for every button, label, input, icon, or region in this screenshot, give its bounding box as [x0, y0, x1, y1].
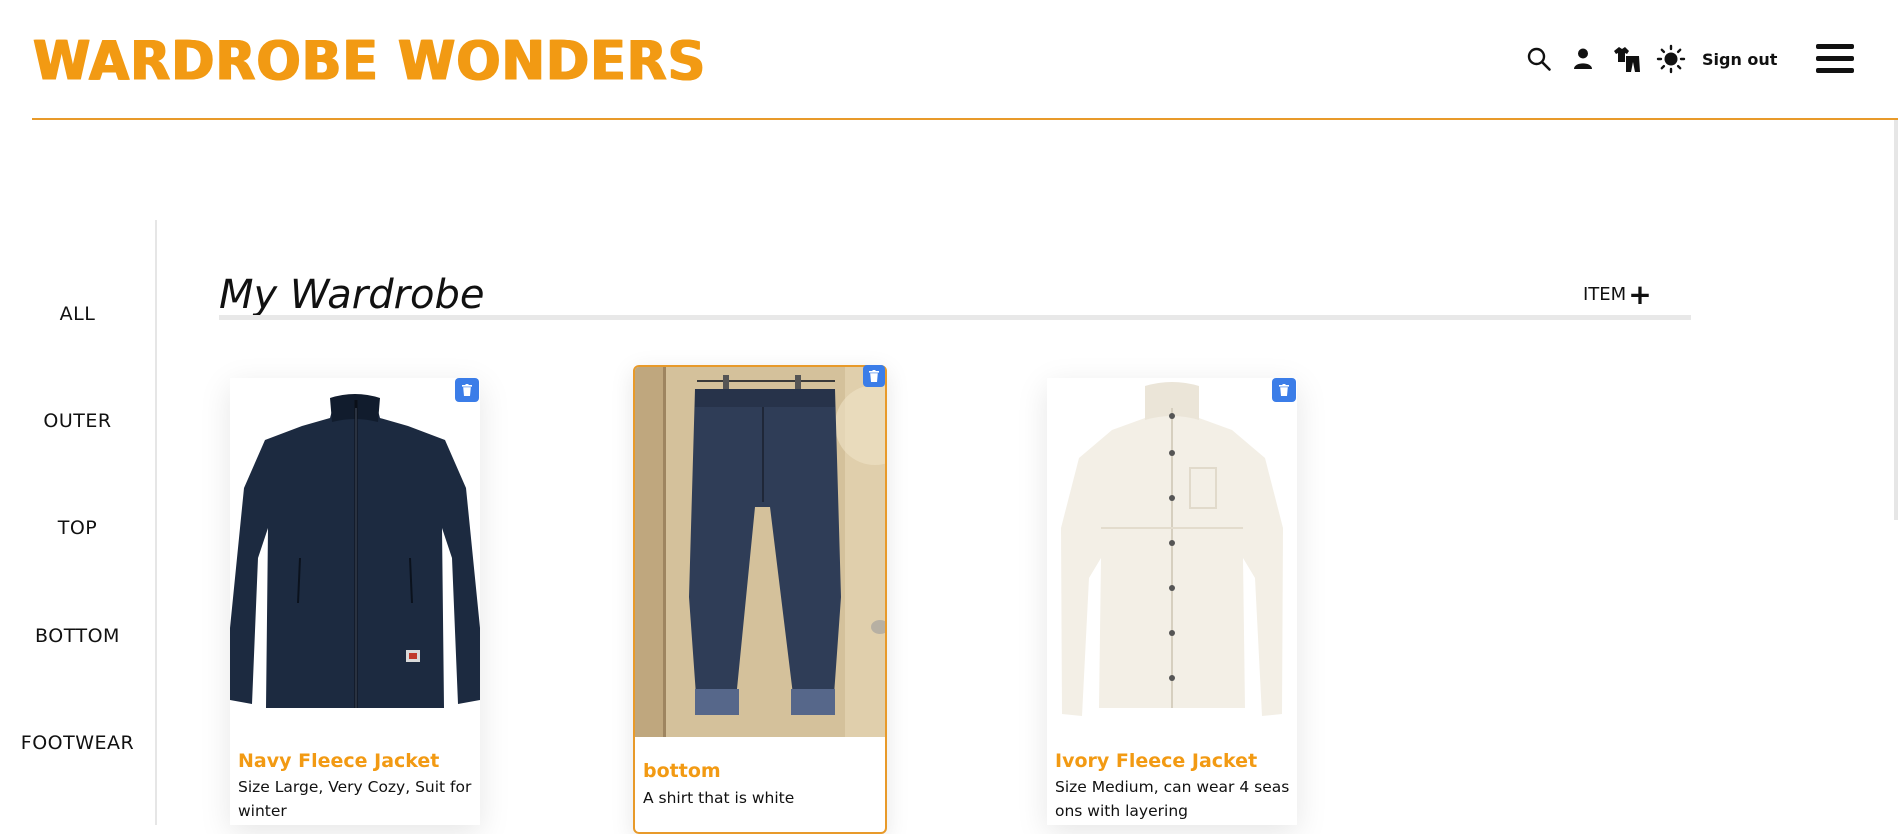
- wardrobe-card[interactable]: bottom A shirt that is white: [633, 365, 887, 834]
- trash-icon[interactable]: [863, 365, 885, 387]
- sidebar-item-all[interactable]: ALL: [0, 303, 155, 325]
- site-logo[interactable]: WARDROBE WONDERS: [32, 30, 705, 93]
- navy-fleece-jacket-image: [230, 378, 480, 708]
- hamburger-menu-icon[interactable]: [1816, 44, 1854, 78]
- category-sidebar: ALL OUTER TOP BOTTOM FOOTWEAR: [0, 220, 157, 825]
- card-description: A shirt that is white: [643, 789, 795, 807]
- card-description: Size Large, Very Cozy, Suit for winter: [238, 778, 472, 820]
- page-edge-divider: [1894, 120, 1898, 520]
- card-title: bottom: [643, 760, 721, 782]
- theme-sun-icon[interactable]: [1656, 44, 1686, 74]
- sign-out-button[interactable]: Sign out: [1702, 50, 1777, 69]
- wardrobe-icon[interactable]: [1612, 44, 1642, 74]
- page-title: My Wardrobe: [219, 272, 485, 318]
- plus-icon: +: [1628, 277, 1652, 311]
- card-title: Ivory Fleece Jacket: [1055, 750, 1258, 772]
- sidebar-item-outer[interactable]: OUTER: [0, 410, 155, 432]
- blue-denim-jeans-image: [635, 367, 885, 737]
- wardrobe-card[interactable]: Navy Fleece Jacket Size Large, Very Cozy…: [230, 378, 480, 825]
- trash-icon[interactable]: [1272, 378, 1296, 402]
- trash-icon[interactable]: [455, 378, 479, 402]
- card-title: Navy Fleece Jacket: [238, 750, 440, 772]
- header-divider: [32, 118, 1898, 120]
- ivory-fleece-jacket-image: [1047, 378, 1297, 718]
- title-divider: [219, 315, 1691, 320]
- sidebar-item-footwear[interactable]: FOOTWEAR: [0, 732, 155, 754]
- search-icon[interactable]: [1524, 44, 1554, 74]
- header-nav: Sign out: [1524, 44, 1777, 74]
- sidebar-item-top[interactable]: TOP: [0, 517, 155, 539]
- add-item-button[interactable]: ITEM +: [1583, 277, 1652, 311]
- add-item-label: ITEM: [1583, 284, 1627, 305]
- card-description: Size Medium, can wear 4 seasons with lay…: [1055, 778, 1290, 820]
- user-icon[interactable]: [1568, 44, 1598, 74]
- sidebar-item-bottom[interactable]: BOTTOM: [0, 625, 155, 647]
- wardrobe-card[interactable]: Ivory Fleece Jacket Size Medium, can wea…: [1047, 378, 1297, 825]
